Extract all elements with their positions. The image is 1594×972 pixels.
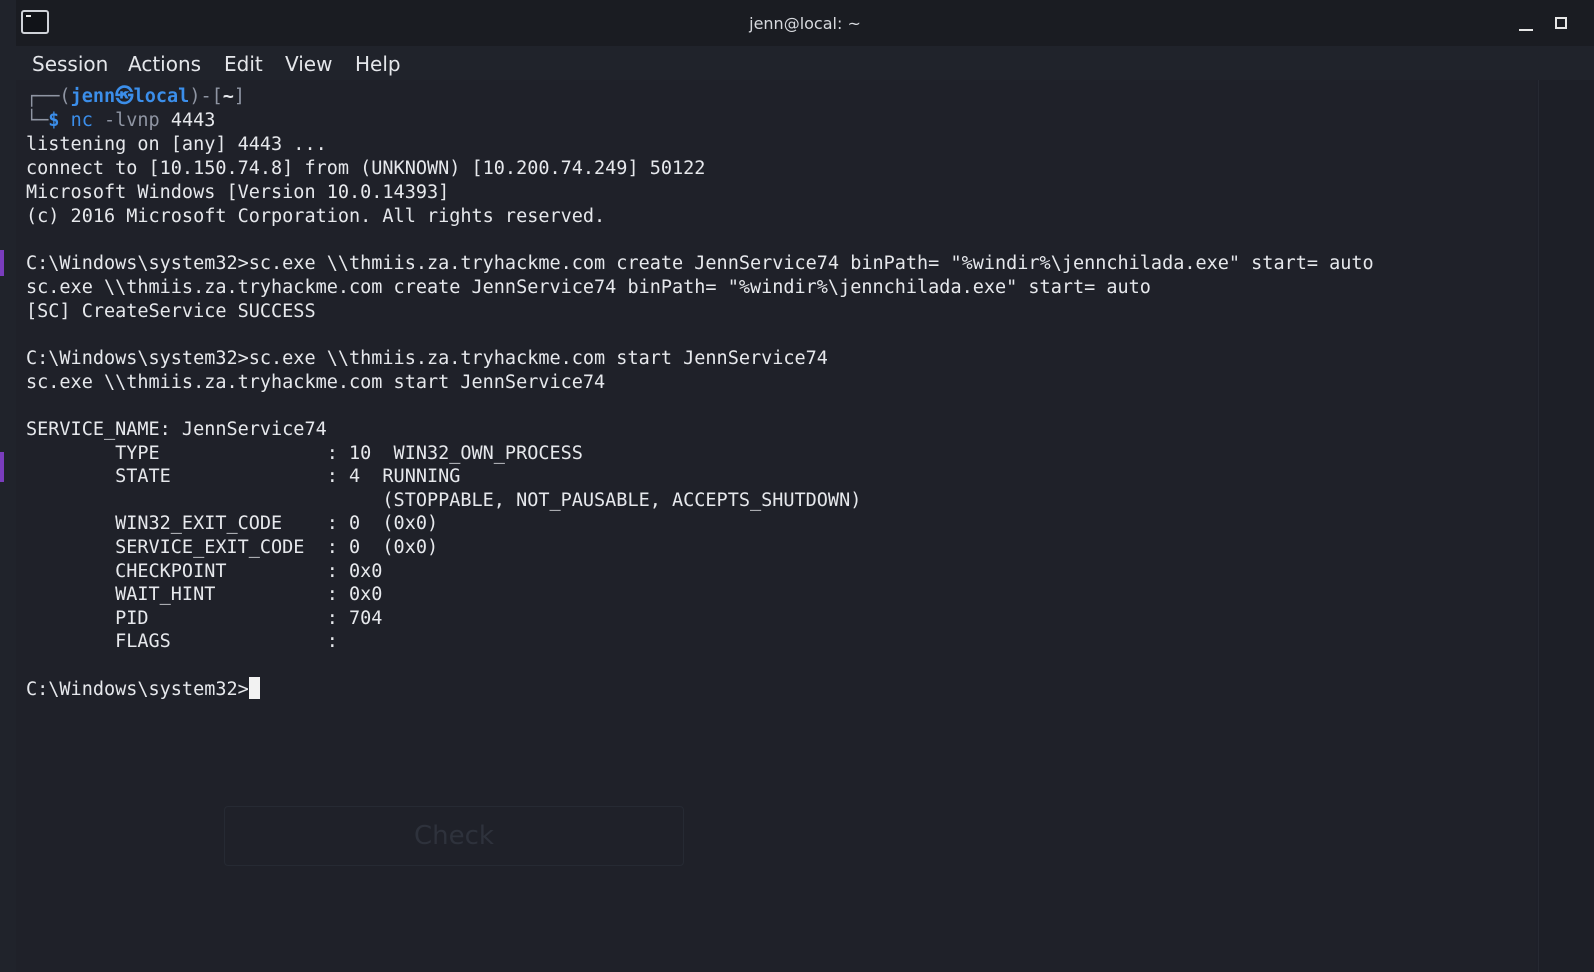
terminal-area[interactable]: Check ┌──(jenn㉿local)-[~] └─$ nc -lvnp 4… xyxy=(16,80,1536,972)
output-line: (STOPPABLE, NOT_PAUSABLE, ACCEPTS_SHUTDO… xyxy=(26,490,862,511)
output-line: [SC] CreateService SUCCESS xyxy=(26,301,316,322)
prompt-open: ┌──( xyxy=(26,86,71,107)
prompt-dir: ~ xyxy=(222,86,234,107)
output-line: (c) 2016 Microsoft Corporation. All righ… xyxy=(26,206,606,227)
title-bar[interactable]: jenn@local: ~ xyxy=(16,0,1594,46)
output-line: TYPE : 10 WIN32_OWN_PROCESS xyxy=(26,443,583,464)
output-line: CHECKPOINT : 0x0 xyxy=(26,561,383,582)
output-line: SERVICE_EXIT_CODE : 0 (0x0) xyxy=(26,537,439,558)
menu-view[interactable]: View xyxy=(285,52,332,76)
maximize-icon[interactable] xyxy=(1552,12,1574,34)
background-check-button: Check xyxy=(224,806,684,866)
prompt-line-command: └─$ nc -lvnp 4443 xyxy=(26,109,215,133)
output-line: WAIT_HINT : 0x0 xyxy=(26,584,383,605)
menu-edit[interactable]: Edit xyxy=(224,52,263,76)
current-prompt-line[interactable]: C:\Windows\system32> xyxy=(26,677,260,701)
menu-bar: Session Actions Edit View Help xyxy=(16,46,1594,80)
prompt-close: ] xyxy=(233,86,246,107)
output-line: C:\Windows\system32>sc.exe \\thmiis.za.t… xyxy=(26,348,828,369)
output-line: PID : 704 xyxy=(26,608,383,629)
prompt-corner: └─ xyxy=(26,110,49,131)
prompt-mid: )-[ xyxy=(189,86,223,107)
background-accent-mark xyxy=(0,452,4,482)
current-prompt: C:\Windows\system32> xyxy=(26,679,249,700)
output-line: connect to [10.150.74.8] from (UNKNOWN) … xyxy=(26,158,706,179)
window-title: jenn@local: ~ xyxy=(749,14,861,33)
background-window-edge xyxy=(0,0,17,972)
output-line: FLAGS : xyxy=(26,631,338,652)
output-line: Microsoft Windows [Version 10.0.14393] xyxy=(26,182,450,203)
command-arg: 4443 xyxy=(170,110,216,131)
output-line: SERVICE_NAME: JennService74 xyxy=(26,419,327,440)
prompt-line-top: ┌──(jenn㉿local)-[~] xyxy=(26,85,245,109)
output-line: STATE : 4 RUNNING xyxy=(26,466,461,487)
scrollbar[interactable] xyxy=(1538,80,1594,972)
text-cursor xyxy=(248,677,260,699)
prompt-user-host: jenn㉿local xyxy=(70,86,190,107)
terminal-window: jenn@local: ~ Session Actions Edit View … xyxy=(0,0,1594,972)
minimize-icon[interactable] xyxy=(1516,12,1538,34)
output-line: sc.exe \\thmiis.za.tryhackme.com start J… xyxy=(26,372,606,393)
output-line: WIN32_EXIT_CODE : 0 (0x0) xyxy=(26,513,439,534)
menu-help[interactable]: Help xyxy=(355,52,401,76)
output-line: sc.exe \\thmiis.za.tryhackme.com create … xyxy=(26,277,1151,298)
output-line: C:\Windows\system32>sc.exe \\thmiis.za.t… xyxy=(26,253,1374,274)
menu-session[interactable]: Session xyxy=(32,52,108,76)
prompt-dollar: $ xyxy=(48,110,60,131)
command-flags: -lvnp xyxy=(103,110,160,131)
menu-actions[interactable]: Actions xyxy=(128,52,201,76)
output-line: listening on [any] 4443 ... xyxy=(26,134,327,155)
command-name: nc xyxy=(70,110,93,131)
background-accent-mark xyxy=(0,250,4,276)
